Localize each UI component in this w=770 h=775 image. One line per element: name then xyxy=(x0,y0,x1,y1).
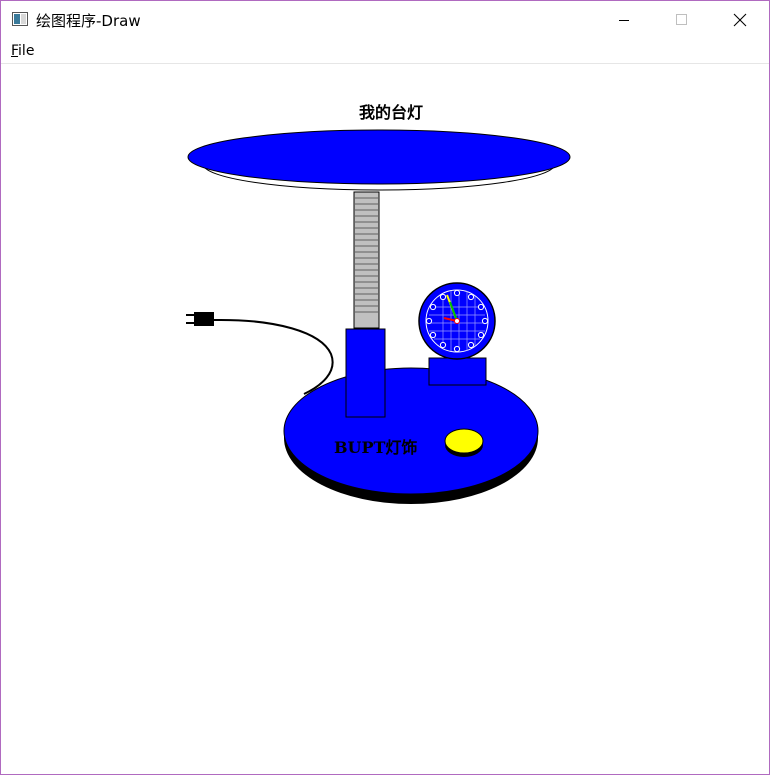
power-button xyxy=(444,428,484,457)
power-button-top xyxy=(444,428,484,454)
base-top xyxy=(283,367,539,495)
app-window: 绘图程序-Draw File 我的台灯 BUPT灯饰 xyxy=(0,0,770,775)
title-bar[interactable]: 绘图程序-Draw xyxy=(1,1,769,39)
maximize-button[interactable] xyxy=(653,1,711,39)
plug-body xyxy=(194,312,214,326)
lamp-neck xyxy=(353,191,380,329)
base-label: BUPT灯饰 xyxy=(334,438,417,457)
drawing-canvas: 我的台灯 BUPT灯饰 xyxy=(186,103,571,504)
menu-bar: File xyxy=(1,39,769,64)
clock-center xyxy=(454,318,460,324)
close-icon xyxy=(733,13,747,27)
window-title: 绘图程序-Draw xyxy=(36,12,141,30)
lampshade-top xyxy=(187,129,571,185)
neck-body xyxy=(353,191,380,329)
lampshade xyxy=(187,129,571,191)
app-icon xyxy=(12,12,28,26)
lamp-post xyxy=(345,328,386,418)
drawing-title: 我的台灯 xyxy=(359,103,423,122)
menu-file[interactable]: File xyxy=(10,43,35,59)
minimize-button[interactable] xyxy=(595,1,653,39)
power-cord xyxy=(186,312,334,395)
maximize-icon xyxy=(676,14,687,25)
plug-prongs xyxy=(186,314,194,324)
minimize-icon xyxy=(619,20,629,21)
cord-wire xyxy=(213,318,334,395)
lamp-base: BUPT灯饰 xyxy=(283,367,539,504)
clock xyxy=(418,282,496,360)
close-button[interactable] xyxy=(711,1,769,39)
clock-stand xyxy=(428,357,487,386)
